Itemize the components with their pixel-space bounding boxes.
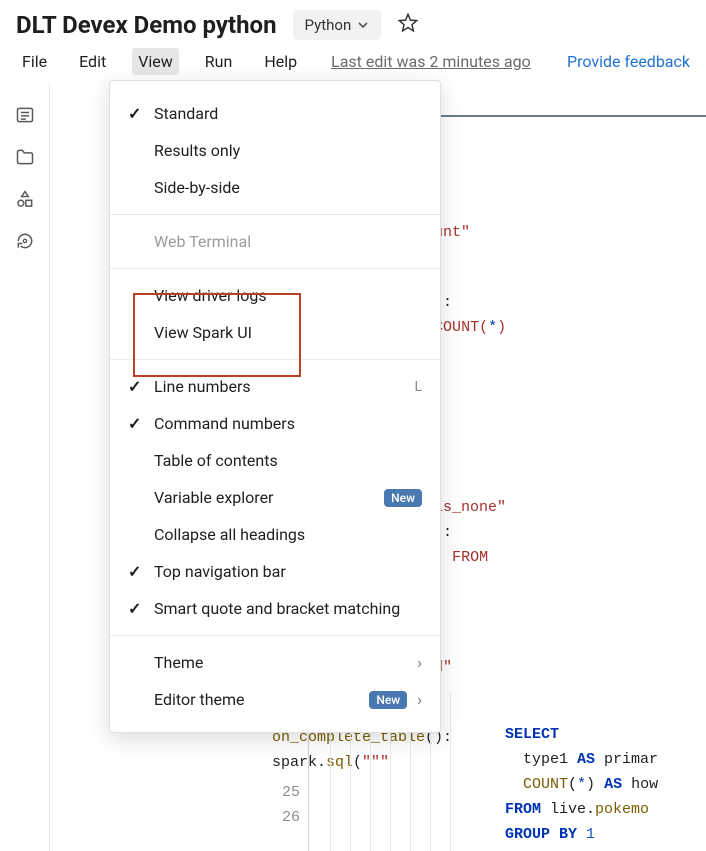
menu-edit[interactable]: Edit bbox=[73, 48, 112, 75]
view-driver-logs[interactable]: View driver logs bbox=[110, 277, 440, 314]
chevron-right-icon: › bbox=[417, 653, 422, 672]
view-editor-theme[interactable]: Editor theme New › bbox=[110, 681, 440, 718]
left-rail bbox=[0, 85, 50, 851]
view-toc[interactable]: Table of contents bbox=[110, 442, 440, 479]
check-icon: ✓ bbox=[128, 414, 144, 433]
view-web-terminal: Web Terminal bbox=[110, 223, 440, 260]
sql-block: SELECT type1 AS primar COUNT(*) AS how F… bbox=[505, 697, 658, 851]
chevron-right-icon: › bbox=[417, 690, 422, 709]
view-line-numbers[interactable]: ✓ Line numbers L bbox=[110, 368, 440, 405]
view-results-only[interactable]: Results only bbox=[110, 132, 440, 169]
menu-run[interactable]: Run bbox=[199, 48, 239, 75]
view-collapse-headings[interactable]: Collapse all headings bbox=[110, 516, 440, 553]
chevron-down-icon bbox=[357, 19, 369, 31]
menu-view[interactable]: View bbox=[132, 48, 179, 75]
menu-help[interactable]: Help bbox=[258, 48, 303, 75]
new-badge: New bbox=[384, 489, 422, 507]
refresh-gear-icon[interactable] bbox=[15, 231, 35, 251]
last-edit-link[interactable]: Last edit was 2 minutes ago bbox=[331, 52, 531, 71]
notebook-title: DLT Devex Demo python bbox=[16, 11, 277, 39]
view-side-by-side[interactable]: Side-by-side bbox=[110, 169, 440, 206]
line-gutter: 25 26 bbox=[272, 780, 300, 830]
view-variable-explorer[interactable]: Variable explorer New bbox=[110, 479, 440, 516]
check-icon: ✓ bbox=[128, 599, 144, 618]
check-icon: ✓ bbox=[128, 377, 144, 396]
view-spark-ui[interactable]: View Spark UI bbox=[110, 314, 440, 351]
list-icon[interactable] bbox=[15, 105, 35, 125]
menu-file[interactable]: File bbox=[16, 48, 53, 75]
view-smart-quote[interactable]: ✓ Smart quote and bracket matching bbox=[110, 590, 440, 627]
view-standard[interactable]: ✓ Standard bbox=[110, 95, 440, 132]
view-top-nav-bar[interactable]: ✓ Top navigation bar bbox=[110, 553, 440, 590]
view-dropdown-menu: ✓ Standard Results only Side-by-side Web… bbox=[109, 80, 441, 733]
folder-icon[interactable] bbox=[15, 147, 35, 167]
shapes-icon[interactable] bbox=[15, 189, 35, 209]
view-theme[interactable]: Theme › bbox=[110, 644, 440, 681]
language-dropdown[interactable]: Python bbox=[293, 10, 382, 40]
view-command-numbers[interactable]: ✓ Command numbers bbox=[110, 405, 440, 442]
provide-feedback-link[interactable]: Provide feedback bbox=[567, 52, 690, 71]
check-icon: ✓ bbox=[128, 562, 144, 581]
new-badge: New bbox=[369, 691, 407, 709]
language-label: Python bbox=[305, 16, 352, 34]
check-icon: ✓ bbox=[128, 104, 144, 123]
star-icon[interactable] bbox=[397, 12, 419, 39]
